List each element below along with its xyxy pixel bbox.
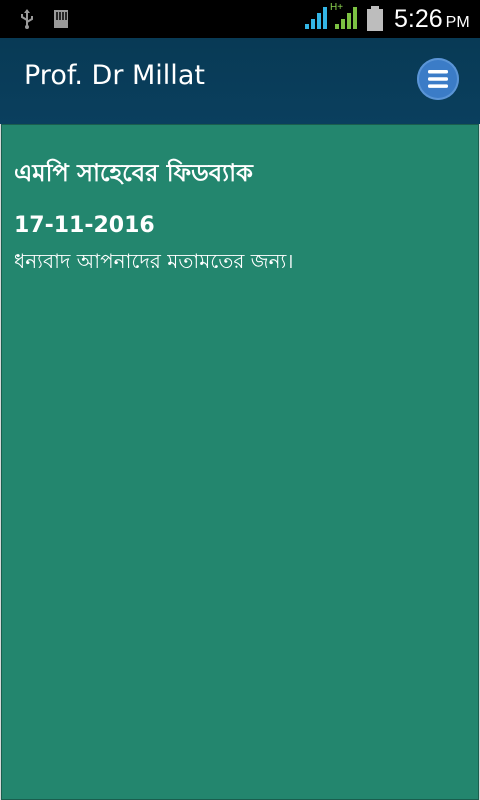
menu-button[interactable] — [417, 58, 459, 100]
feedback-date: 17-11-2016 — [14, 213, 155, 238]
app-bar: Prof. Dr Millat — [0, 38, 480, 124]
signal-icon — [305, 7, 327, 29]
usb-icon — [21, 9, 33, 29]
app-title: Prof. Dr Millat — [24, 60, 205, 91]
clock-ampm: PM — [445, 14, 470, 31]
clock-time: 5:26 — [394, 5, 443, 33]
status-clock: 5:26 PM — [394, 4, 470, 38]
sdcard-icon — [54, 10, 68, 28]
signal-hplus-icon — [335, 7, 357, 29]
page-title: এমপি সাহেবের ফিডব্যাক — [14, 159, 253, 187]
hamburger-icon — [428, 70, 448, 88]
battery-icon — [367, 6, 383, 31]
feedback-message: ধন্যবাদ আপনাদের মতামতের জন্য। — [14, 249, 294, 273]
feedback-panel: এমপি সাহেবের ফিডব্যাক 17-11-2016 ধন্যবাদ… — [1, 124, 479, 800]
status-bar: H+ 5:26 PM — [0, 0, 480, 38]
